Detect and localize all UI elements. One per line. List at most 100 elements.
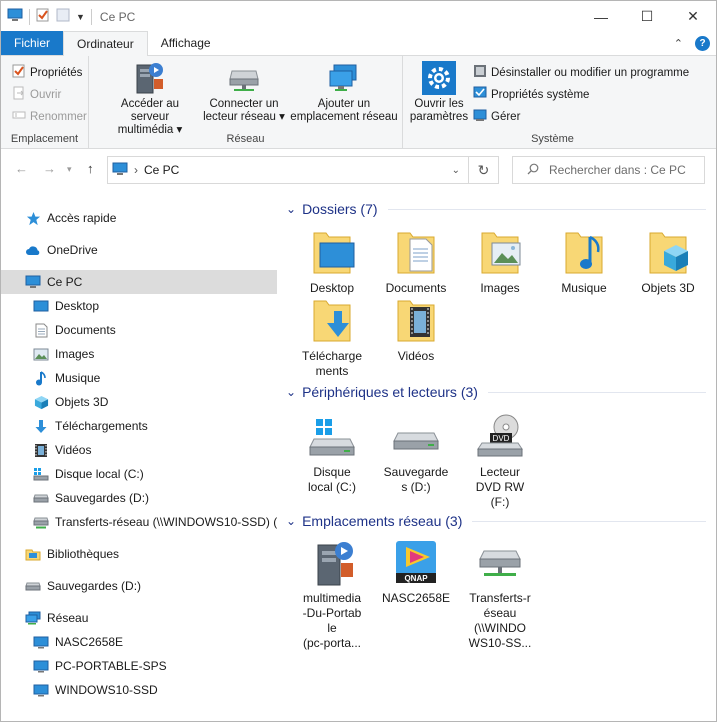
tab-computer[interactable]: Ordinateur <box>63 31 148 56</box>
desktop-icon <box>33 298 49 314</box>
tab-file[interactable]: Fichier <box>1 31 64 55</box>
network-tile-multimedia[interactable]: multimedia -Du-Portab le (pc-porta... <box>290 539 374 651</box>
rename-icon <box>12 108 26 125</box>
sidebar-item-network-transfers[interactable]: Transferts-réseau (\\WINDOWS10-SSD) (Z: <box>1 510 277 534</box>
search-box[interactable]: Rechercher dans : Ce PC <box>512 156 705 184</box>
3d-objects-folder-icon <box>644 229 692 277</box>
monitor-icon <box>33 634 49 650</box>
forward-arrow-icon[interactable]: → <box>43 161 56 176</box>
rename-button[interactable]: Renommer <box>12 108 87 125</box>
properties-button[interactable]: Propriétés <box>12 64 82 81</box>
section-devices[interactable]: ⌄ Périphériques et lecteurs (3) <box>286 384 706 400</box>
folder-tile-3d-objects[interactable]: Objets 3D <box>626 229 710 296</box>
separator <box>90 8 92 25</box>
drive-tile-local-c[interactable]: Disque local (C:) <box>290 413 374 495</box>
sidebar-item-backups-d[interactable]: Sauvegardes (D:) <box>1 486 277 510</box>
sidebar-item-onedrive[interactable]: OneDrive <box>1 238 277 262</box>
refresh-button[interactable]: ↻ <box>469 156 499 184</box>
close-button[interactable]: ✕ <box>670 1 716 32</box>
sidebar-item-documents[interactable]: Documents <box>1 318 277 342</box>
maximize-button[interactable]: ☐ <box>624 1 670 32</box>
open-button[interactable]: Ouvrir <box>12 86 61 103</box>
network-tile-transfers[interactable]: Transferts-r éseau (\\WINDO WS10-SS... <box>458 539 542 651</box>
svg-text:QNAP: QNAP <box>404 574 428 583</box>
tile-label: (pc-porta... <box>302 636 362 650</box>
collapse-ribbon-icon[interactable]: ⌃ <box>674 37 683 50</box>
section-network-locations[interactable]: ⌄ Emplacements réseau (3) <box>286 513 706 529</box>
network-tile-nas[interactable]: QNAP NASC2658E <box>374 539 458 606</box>
help-icon[interactable]: ? <box>695 35 710 51</box>
add-location-label-2: emplacement réseau <box>290 111 398 123</box>
sidebar-item-images[interactable]: Images <box>1 342 277 366</box>
sidebar-item-libraries[interactable]: Bibliothèques <box>1 542 277 566</box>
address-dropdown-icon[interactable]: ⌄ <box>452 165 460 176</box>
uninstall-button[interactable]: Désinstaller ou modifier un programme <box>473 64 689 81</box>
folder-tile-documents[interactable]: Documents <box>374 229 458 296</box>
sidebar-label: Ce PC <box>47 275 83 289</box>
group-location: Propriétés Ouvrir Renommer Emplacement <box>1 56 89 149</box>
svg-text:DVD: DVD <box>493 434 510 443</box>
add-location-button[interactable]: Ajouter un emplacement réseau <box>289 60 399 124</box>
sidebar-item-videos[interactable]: Vidéos <box>1 438 277 462</box>
tile-label: s (D:) <box>401 480 431 494</box>
chevron-down-icon: ⌄ <box>286 514 297 528</box>
back-arrow-icon[interactable]: ← <box>15 161 28 176</box>
up-arrow-icon[interactable]: ↑ <box>87 161 94 176</box>
rename-label: Renommer <box>30 110 87 123</box>
sidebar-item-downloads[interactable]: Téléchargements <box>1 414 277 438</box>
manage-button[interactable]: Gérer <box>473 108 520 125</box>
sidebar-label: OneDrive <box>47 243 98 257</box>
sidebar-item-quick-access[interactable]: Accès rapide <box>1 206 277 230</box>
open-settings-button[interactable]: Ouvrir les paramètres <box>409 60 469 124</box>
drive-icon <box>25 578 41 594</box>
properties-qat-icon[interactable] <box>36 8 50 25</box>
content-pane: ⌄ Dossiers (7) Desktop Documents Images <box>278 189 717 722</box>
sidebar-label: Réseau <box>47 611 89 625</box>
sidebar-item-nas[interactable]: NASC2658E <box>1 630 277 654</box>
tile-label: Vidéos <box>397 349 435 363</box>
tile-label: le <box>327 621 337 635</box>
section-folders[interactable]: ⌄ Dossiers (7) <box>286 201 706 217</box>
system-properties-button[interactable]: Propriétés système <box>473 86 589 103</box>
drive-tile-backups-d[interactable]: Sauvegarde s (D:) <box>374 413 458 495</box>
breadcrumb-ce-pc[interactable]: Ce PC <box>144 163 179 177</box>
new-folder-qat-icon[interactable] <box>56 8 70 25</box>
minimize-button[interactable]: — <box>578 1 624 32</box>
map-drive-button[interactable]: Connecter un lecteur réseau ▾ <box>203 60 285 124</box>
folder-tile-desktop[interactable]: Desktop <box>290 229 374 296</box>
folder-tile-images[interactable]: Images <box>458 229 542 296</box>
tile-label: multimedia <box>302 591 362 605</box>
sidebar-item-backups[interactable]: Sauvegardes (D:) <box>1 574 277 598</box>
tile-label: Objets 3D <box>641 281 695 295</box>
recent-dropdown-icon[interactable]: ▾ <box>67 164 72 175</box>
qat-dropdown-icon[interactable]: ▼ <box>76 12 85 22</box>
map-drive-label-1: Connecter un <box>209 98 279 110</box>
sidebar-item-3d-objects[interactable]: Objets 3D <box>1 390 277 414</box>
search-input[interactable]: Rechercher dans : Ce PC <box>549 163 686 177</box>
breadcrumb-separator[interactable]: › <box>134 163 138 177</box>
address-bar[interactable]: › Ce PC ⌄ <box>107 156 469 184</box>
media-server-button[interactable]: Accéder au serveur multimédia ▾ <box>101 60 199 137</box>
sidebar-item-pc-portable[interactable]: PC-PORTABLE-SPS <box>1 654 277 678</box>
tile-label: NASC2658E <box>381 591 451 605</box>
sidebar-label: Accès rapide <box>47 211 117 225</box>
sidebar-item-this-pc[interactable]: Ce PC <box>1 270 277 294</box>
group-network-label: Réseau <box>226 133 265 145</box>
drive-tile-dvd[interactable]: DVD Lecteur DVD RW (F:) <box>458 413 542 510</box>
sidebar-item-network[interactable]: Réseau <box>1 606 277 630</box>
drive-icon <box>33 490 49 506</box>
computer-icon <box>112 162 128 179</box>
group-system: Ouvrir les paramètres Désinstaller ou mo… <box>403 56 702 149</box>
sidebar-item-local-disk[interactable]: Disque local (C:) <box>1 462 277 486</box>
sidebar-item-windows10-ssd[interactable]: WINDOWS10-SSD <box>1 678 277 702</box>
image-icon <box>33 346 49 362</box>
folder-tile-videos[interactable]: Vidéos <box>374 297 458 364</box>
folder-tile-music[interactable]: Musique <box>542 229 626 296</box>
sidebar-label: Sauvegardes (D:) <box>47 579 142 593</box>
downloads-folder-icon <box>308 297 356 345</box>
sidebar-item-music[interactable]: Musique <box>1 366 277 390</box>
sidebar-item-desktop[interactable]: Desktop <box>1 294 277 318</box>
folder-tile-downloads[interactable]: Télécharge ments <box>290 297 374 379</box>
tab-view[interactable]: Affichage <box>148 31 224 55</box>
sidebar-label: Téléchargements <box>55 419 148 433</box>
